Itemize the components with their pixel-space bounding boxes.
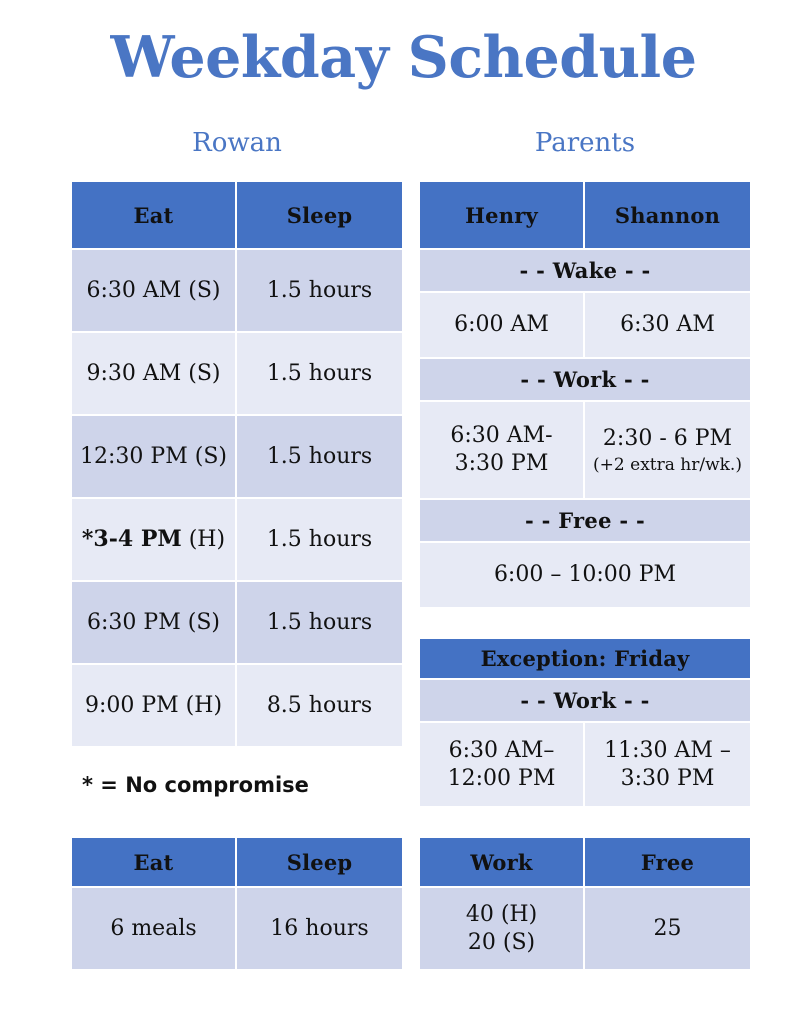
section-label-wake: - - Wake - - (420, 250, 750, 293)
parents-summary-table: Work Free 40 (H) 20 (S) 25 (420, 838, 750, 969)
table-row: 6:30 AM– 12:00 PM 11:30 AM – 3:30 PM (420, 723, 750, 806)
table-header-row: Henry Shannon (420, 182, 750, 250)
rowan-total-sleep: 16 hours (237, 888, 402, 969)
shannon-wake-time: 6:30 AM (585, 293, 750, 359)
page-title: Weekday Schedule (0, 26, 807, 90)
work-line-1: 11:30 AM – (604, 738, 731, 763)
column-header-eat: Eat (72, 838, 237, 888)
parents-total-work: 40 (H) 20 (S) (420, 888, 585, 969)
rowan-eat-time: 12:30 PM (S) (72, 416, 237, 499)
exception-title: Exception: Friday (420, 639, 750, 680)
table-row: 6:00 – 10:00 PM (420, 543, 750, 607)
rowan-sleep-duration: 1.5 hours (237, 582, 402, 665)
table-row: 9:30 AM (S) 1.5 hours (72, 333, 402, 416)
henry-wake-time: 6:00 AM (420, 293, 585, 359)
table-row: 40 (H) 20 (S) 25 (420, 888, 750, 969)
work-line-2: 3:30 PM (621, 766, 715, 791)
table-header-row: Work Free (420, 838, 750, 888)
eat-time-suffix: (H) (182, 527, 225, 552)
rowan-sleep-duration: 1.5 hours (237, 250, 402, 333)
section-label-parents: Parents (420, 126, 750, 160)
column-header-free: Free (585, 838, 750, 888)
section-label-free: - - Free - - (420, 500, 750, 543)
table-header-row: Eat Sleep (72, 838, 402, 888)
exception-header-row: Exception: Friday (420, 639, 750, 680)
rowan-eat-time: 6:30 PM (S) (72, 582, 237, 665)
table-row: 6:30 AM (S) 1.5 hours (72, 250, 402, 333)
rowan-eat-time-no-compromise: *3-4 PM (H) (72, 499, 237, 582)
eat-time-emphasis: *3-4 PM (82, 526, 182, 552)
table-row: 9:00 PM (H) 8.5 hours (72, 665, 402, 746)
table-row: 6:00 AM 6:30 AM (420, 293, 750, 359)
table-row: 12:30 PM (S) 1.5 hours (72, 416, 402, 499)
column-header-shannon: Shannon (585, 182, 750, 250)
column-header-sleep: Sleep (237, 182, 402, 250)
rowan-eat-time: 9:30 AM (S) (72, 333, 237, 416)
table-row: 6:30 PM (S) 1.5 hours (72, 582, 402, 665)
table-header-row: Eat Sleep (72, 182, 402, 250)
rowan-schedule-table: Eat Sleep 6:30 AM (S) 1.5 hours 9:30 AM … (72, 182, 402, 746)
rowan-eat-time: 9:00 PM (H) (72, 665, 237, 746)
exception-friday-table: Exception: Friday - - Work - - 6:30 AM– … (420, 639, 750, 806)
henry-friday-work-hours: 6:30 AM– 12:00 PM (420, 723, 585, 806)
work-line-1: 6:30 AM– (449, 738, 555, 763)
work-extra-note: (+2 extra hr/wk.) (585, 454, 750, 476)
table-row: *3-4 PM (H) 1.5 hours (72, 499, 402, 582)
rowan-sleep-duration: 1.5 hours (237, 416, 402, 499)
rowan-summary-table: Eat Sleep 6 meals 16 hours (72, 838, 402, 969)
shannon-work-hours: 2:30 - 6 PM (+2 extra hr/wk.) (585, 402, 750, 500)
rowan-total-meals: 6 meals (72, 888, 237, 969)
column-header-henry: Henry (420, 182, 585, 250)
parents-free-hours: 6:00 – 10:00 PM (420, 543, 750, 607)
rowan-sleep-duration: 8.5 hours (237, 665, 402, 746)
footnote-no-compromise: * = No compromise (82, 770, 309, 800)
column-header-sleep: Sleep (237, 838, 402, 888)
work-line-2: 12:00 PM (448, 766, 556, 791)
section-label-work: - - Work - - (420, 359, 750, 402)
work-line-1: 6:30 AM- (450, 423, 552, 448)
section-row-work: - - Work - - (420, 680, 750, 723)
section-row-wake: - - Wake - - (420, 250, 750, 293)
section-row-free: - - Free - - (420, 500, 750, 543)
table-row: 6 meals 16 hours (72, 888, 402, 969)
column-header-work: Work (420, 838, 585, 888)
section-label-work: - - Work - - (420, 680, 750, 723)
rowan-sleep-duration: 1.5 hours (237, 499, 402, 582)
work-main: 2:30 - 6 PM (603, 426, 732, 451)
column-header-eat: Eat (72, 182, 237, 250)
parents-total-free: 25 (585, 888, 750, 969)
work-total-line-2: 20 (S) (468, 930, 535, 955)
schedule-page: Weekday Schedule Rowan Parents Eat Sleep… (0, 0, 807, 1024)
shannon-friday-work-hours: 11:30 AM – 3:30 PM (585, 723, 750, 806)
work-line-2: 3:30 PM (455, 451, 549, 476)
rowan-eat-time: 6:30 AM (S) (72, 250, 237, 333)
work-total-line-1: 40 (H) (466, 902, 537, 927)
parents-schedule-table: Henry Shannon - - Wake - - 6:00 AM 6:30 … (420, 182, 750, 607)
table-row: 6:30 AM- 3:30 PM 2:30 - 6 PM (+2 extra h… (420, 402, 750, 500)
henry-work-hours: 6:30 AM- 3:30 PM (420, 402, 585, 500)
section-label-rowan: Rowan (72, 126, 402, 160)
rowan-sleep-duration: 1.5 hours (237, 333, 402, 416)
section-row-work: - - Work - - (420, 359, 750, 402)
